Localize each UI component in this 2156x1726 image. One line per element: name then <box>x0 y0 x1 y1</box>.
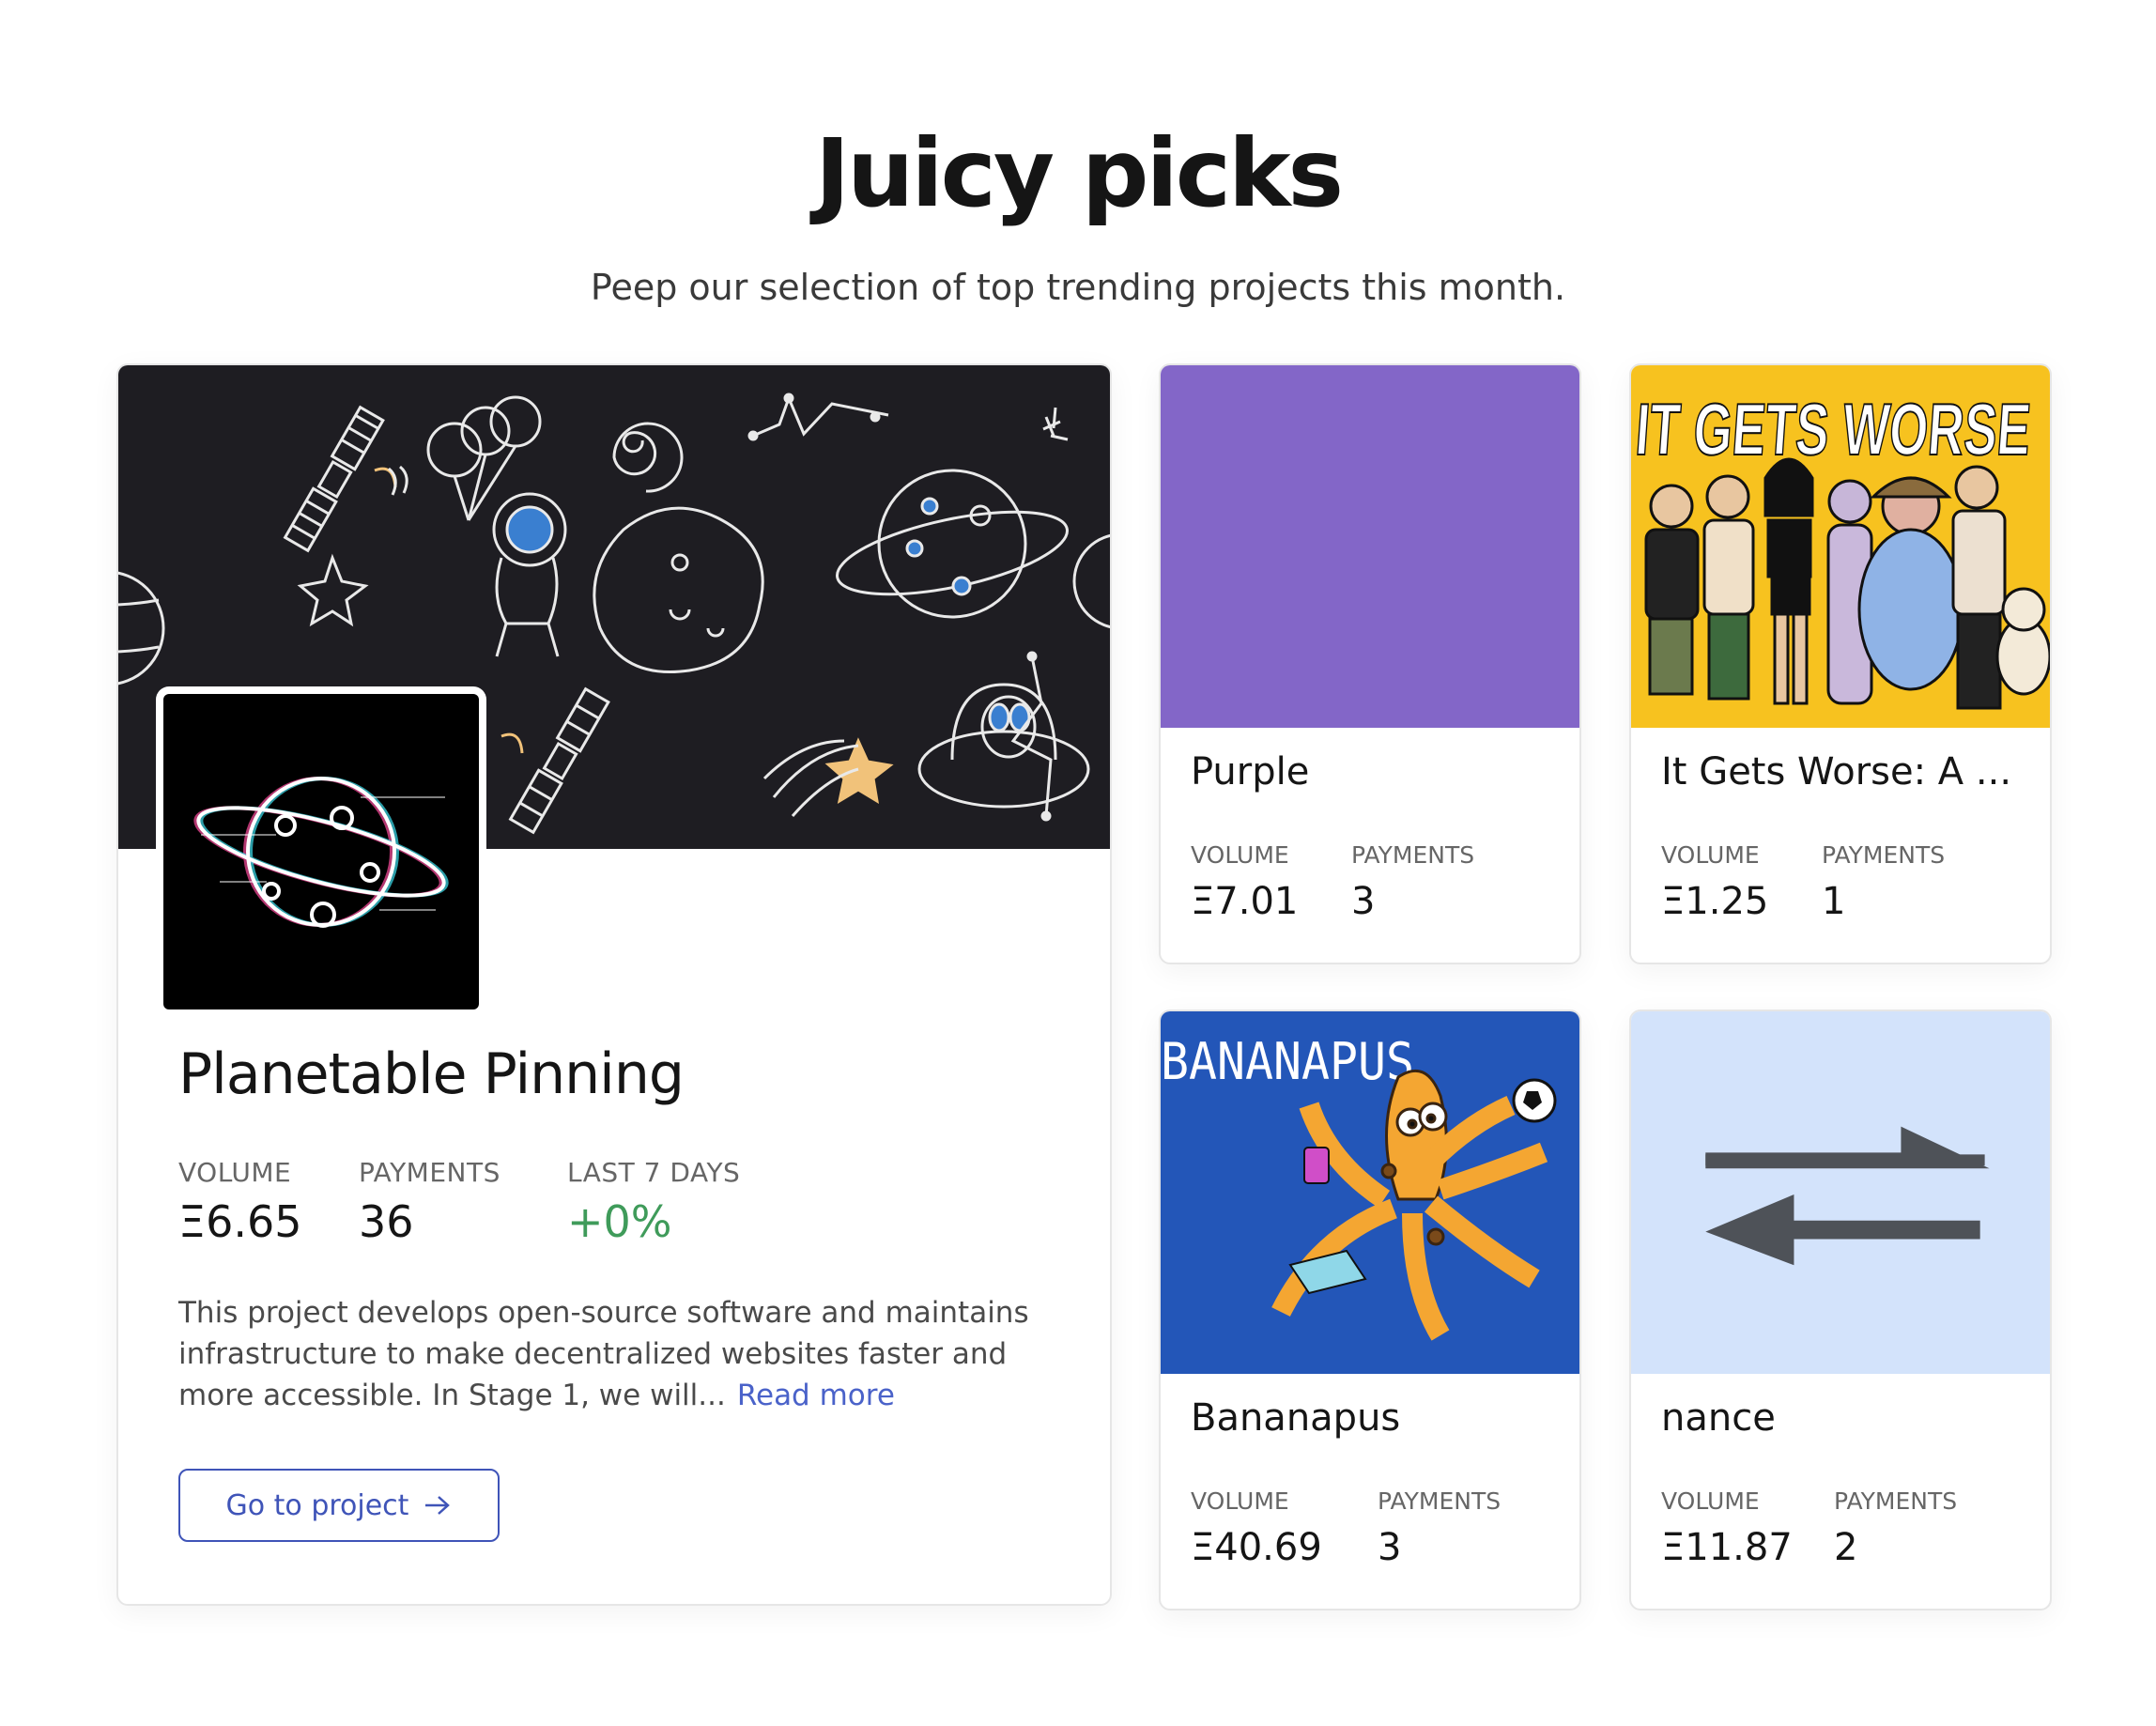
payments-value: 36 <box>359 1196 414 1247</box>
project-card-it-gets-worse[interactable]: IT GETS WORSE It Gets Worse: A ... VOLUM… <box>1629 363 2052 964</box>
payments-value: 1 <box>1822 880 1846 923</box>
go-to-project-button[interactable]: Go to project <box>178 1469 500 1542</box>
read-more-link[interactable]: Read more <box>737 1379 895 1412</box>
payments-value: 2 <box>1834 1526 1858 1569</box>
planet-logo-icon <box>193 777 449 928</box>
volume-value: Ξ40.69 <box>1191 1526 1322 1569</box>
swap-arrows-icon <box>1705 1126 1990 1266</box>
project-thumbnail: BANANAPUS <box>1161 1011 1579 1374</box>
payments-label: PAYMENTS <box>1378 1487 1502 1515</box>
last-7-days-value: +0% <box>567 1196 672 1247</box>
project-card-bananapus[interactable]: BANANAPUS Bananapus VOLUME Ξ40.69 PAYMEN… <box>1159 1009 1581 1610</box>
payments-value: 3 <box>1351 880 1376 923</box>
project-name: nance <box>1661 1396 1776 1440</box>
featured-project-card[interactable]: Planetable Pinning VOLUME Ξ6.65 PAYMENTS… <box>116 363 1112 1606</box>
payments-label: PAYMENTS <box>1834 1487 1958 1515</box>
description-text: This project develops open-source softwa… <box>178 1296 1029 1412</box>
payments-label: PAYMENTS <box>1351 841 1475 869</box>
arrow-right-icon <box>425 1496 451 1515</box>
project-thumbnail: IT GETS WORSE <box>1631 365 2050 728</box>
volume-value: Ξ7.01 <box>1191 880 1299 923</box>
volume-label: VOLUME <box>1661 1487 1760 1515</box>
thumbnail-title-text: IT GETS WORSE <box>1633 388 2033 470</box>
thumbnail-title-text: BANANAPUS <box>1161 1032 1414 1091</box>
project-logo <box>156 686 486 1017</box>
project-card-purple[interactable]: Purple VOLUME Ξ7.01 PAYMENTS 3 <box>1159 363 1581 964</box>
volume-label: VOLUME <box>178 1157 292 1188</box>
volume-label: VOLUME <box>1661 841 1760 869</box>
volume-value: Ξ6.65 <box>178 1196 302 1247</box>
project-thumbnail <box>1631 1011 2050 1374</box>
volume-value: Ξ1.25 <box>1661 880 1769 923</box>
project-name: Purple <box>1191 750 1310 794</box>
payments-value: 3 <box>1378 1526 1402 1569</box>
volume-label: VOLUME <box>1191 841 1289 869</box>
project-name: It Gets Worse: A ... <box>1661 750 2012 794</box>
volume-value: Ξ11.87 <box>1661 1526 1793 1569</box>
featured-project-name[interactable]: Planetable Pinning <box>178 1041 685 1107</box>
payments-label: PAYMENTS <box>359 1157 500 1188</box>
last-7-days-label: LAST 7 DAYS <box>567 1157 741 1188</box>
page-title: Juicy picks <box>814 118 1344 228</box>
project-card-nance[interactable]: nance VOLUME Ξ11.87 PAYMENTS 2 <box>1629 1009 2052 1610</box>
payments-label: PAYMENTS <box>1822 841 1946 869</box>
project-name: Bananapus <box>1191 1396 1401 1440</box>
volume-label: VOLUME <box>1191 1487 1289 1515</box>
project-description: This project develops open-source softwa… <box>178 1292 1070 1416</box>
project-thumbnail <box>1161 365 1579 728</box>
page-subtitle: Peep our selection of top trending proje… <box>590 267 1566 308</box>
go-to-project-label: Go to project <box>225 1488 409 1522</box>
